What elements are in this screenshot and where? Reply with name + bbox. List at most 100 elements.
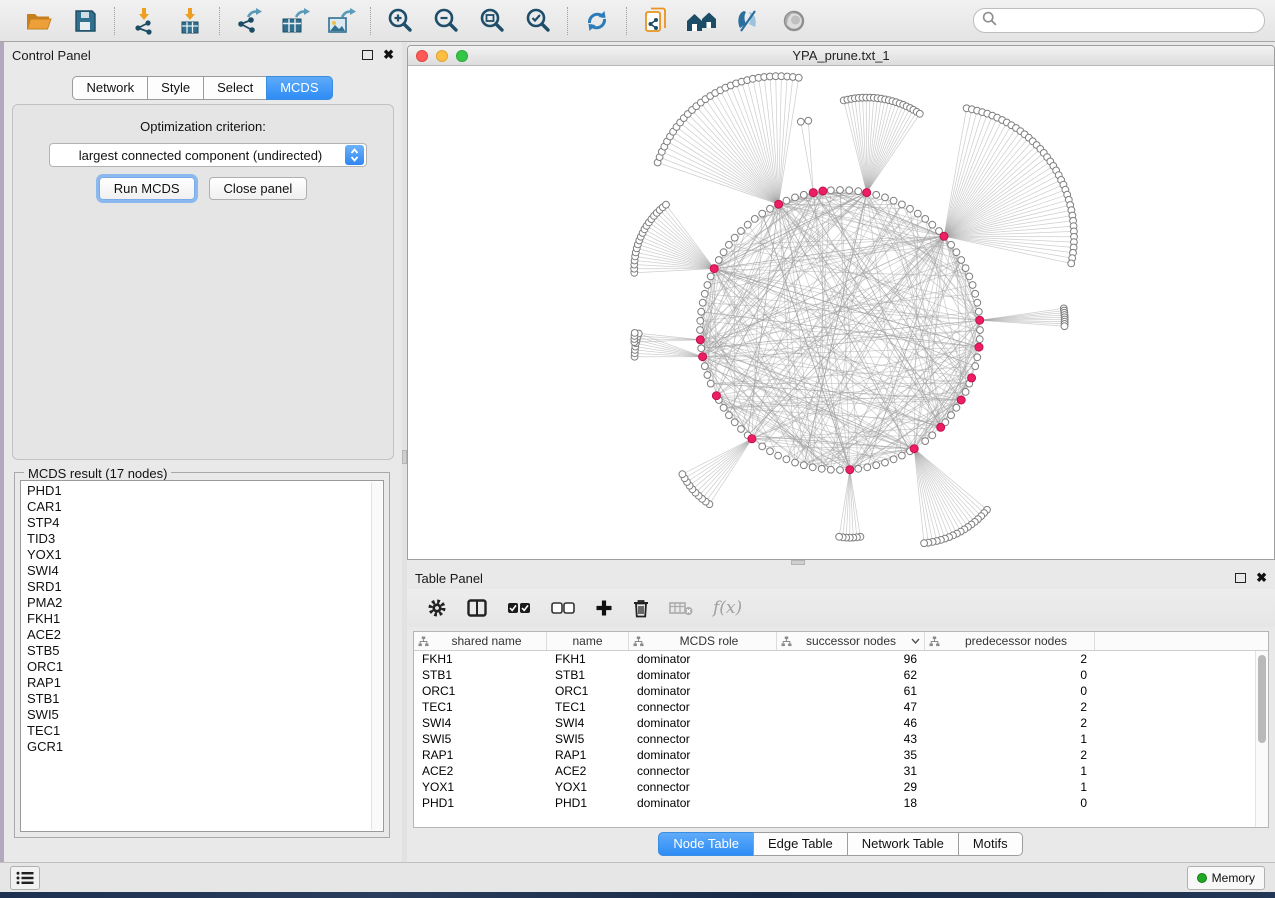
result-node[interactable]: CAR1: [27, 499, 383, 515]
run-mcds-button[interactable]: Run MCDS: [99, 177, 195, 200]
graph-node[interactable]: [679, 471, 686, 478]
delete-column-button[interactable]: [633, 595, 649, 621]
graph-mcds-node[interactable]: [699, 353, 707, 361]
graph-node[interactable]: [759, 443, 766, 450]
graph-node[interactable]: [837, 187, 844, 194]
table-row[interactable]: FKH1FKH1dominator962: [414, 651, 1255, 667]
minimize-window-icon[interactable]: [436, 50, 448, 62]
graph-node[interactable]: [864, 464, 871, 471]
zoom-fit-button[interactable]: [477, 6, 507, 36]
select-all-button[interactable]: [507, 595, 531, 621]
maximize-window-icon[interactable]: [456, 50, 468, 62]
search-field[interactable]: [973, 8, 1265, 33]
graph-node[interactable]: [958, 257, 965, 264]
graph-node[interactable]: [800, 191, 807, 198]
graph-mcds-node[interactable]: [712, 392, 720, 400]
table-row[interactable]: RAP1RAP1dominator352: [414, 747, 1255, 763]
graph-node[interactable]: [701, 290, 708, 297]
column-header-name[interactable]: name: [547, 632, 629, 650]
graph-node[interactable]: [751, 216, 758, 223]
save-session-button[interactable]: [70, 6, 100, 36]
graph-mcds-node[interactable]: [937, 423, 945, 431]
tab-mcds[interactable]: MCDS: [266, 76, 332, 100]
result-node[interactable]: ACE2: [27, 627, 383, 643]
graph-node[interactable]: [631, 330, 638, 337]
network-canvas[interactable]: [408, 66, 1274, 559]
graph-node[interactable]: [701, 363, 708, 370]
mcds-result-list[interactable]: PHD1CAR1STP4TID3YOX1SWI4SRD1PMA2FKH1ACE2…: [20, 480, 384, 832]
tab-network-table[interactable]: Network Table: [847, 832, 959, 856]
graph-node[interactable]: [726, 412, 733, 419]
network-graph[interactable]: [408, 66, 1274, 559]
column-header-successor-nodes[interactable]: successor nodes: [777, 632, 925, 650]
graph-mcds-node[interactable]: [976, 316, 984, 324]
graph-node[interactable]: [953, 249, 960, 256]
export-table-button[interactable]: [280, 6, 310, 36]
graph-node[interactable]: [699, 299, 706, 306]
table-row[interactable]: ACE2ACE2connector311: [414, 763, 1255, 779]
graph-node[interactable]: [972, 290, 979, 297]
result-node[interactable]: STB1: [27, 691, 383, 707]
result-node[interactable]: SWI5: [27, 707, 383, 723]
graph-node[interactable]: [720, 404, 727, 411]
graph-node[interactable]: [855, 188, 862, 195]
table-row[interactable]: STB1STB1dominator620: [414, 667, 1255, 683]
table-settings-button[interactable]: [427, 595, 447, 621]
tab-network[interactable]: Network: [72, 76, 148, 100]
graph-node[interactable]: [783, 456, 790, 463]
graph-node[interactable]: [962, 389, 969, 396]
tab-style[interactable]: Style: [147, 76, 204, 100]
tab-select[interactable]: Select: [203, 76, 267, 100]
graph-node[interactable]: [929, 432, 936, 439]
float-panel-icon[interactable]: [362, 50, 373, 60]
graph-node[interactable]: [929, 221, 936, 228]
show-columns-button[interactable]: [467, 595, 487, 621]
graph-node[interactable]: [948, 241, 955, 248]
graph-node[interactable]: [976, 336, 983, 343]
refresh-button[interactable]: [582, 6, 612, 36]
graph-node[interactable]: [969, 282, 976, 289]
first-neighbors-icon[interactable]: [687, 6, 717, 36]
graph-node[interactable]: [974, 299, 981, 306]
graph-node[interactable]: [882, 194, 889, 201]
result-node[interactable]: YOX1: [27, 547, 383, 563]
graph-node[interactable]: [966, 273, 973, 280]
graph-mcds-node[interactable]: [748, 435, 756, 443]
result-node[interactable]: TEC1: [27, 723, 383, 739]
graph-mcds-node[interactable]: [910, 445, 918, 453]
graph-node[interactable]: [855, 465, 862, 472]
graph-node[interactable]: [707, 380, 714, 387]
graph-node[interactable]: [922, 216, 929, 223]
result-node[interactable]: SWI4: [27, 563, 383, 579]
graph-node[interactable]: [704, 282, 711, 289]
graph-node[interactable]: [697, 327, 704, 334]
result-node[interactable]: PMA2: [27, 595, 383, 611]
tab-node-table[interactable]: Node Table: [658, 832, 754, 856]
tab-motifs[interactable]: Motifs: [958, 832, 1023, 856]
column-header-MCDS-role[interactable]: MCDS role: [629, 632, 777, 650]
graph-node[interactable]: [837, 467, 844, 474]
graph-node[interactable]: [792, 459, 799, 466]
graph-node[interactable]: [873, 462, 880, 469]
table-row[interactable]: PHD1PHD1dominator180: [414, 795, 1255, 811]
graph-mcds-node[interactable]: [775, 200, 783, 208]
graph-node[interactable]: [899, 452, 906, 459]
graph-node[interactable]: [922, 438, 929, 445]
table-scrollbar[interactable]: [1255, 651, 1268, 827]
graphics-details-button[interactable]: [733, 6, 763, 36]
table-row[interactable]: SWI5SWI5connector431: [414, 731, 1255, 747]
import-table-button[interactable]: [175, 6, 205, 36]
graph-node[interactable]: [775, 452, 782, 459]
graph-node[interactable]: [738, 426, 745, 433]
graph-node[interactable]: [663, 201, 670, 208]
graph-mcds-node[interactable]: [710, 265, 718, 273]
share-document-button[interactable]: [641, 6, 671, 36]
add-column-button[interactable]: [595, 595, 613, 621]
graph-node[interactable]: [715, 257, 722, 264]
graph-node[interactable]: [827, 466, 834, 473]
graph-mcds-node[interactable]: [819, 187, 827, 195]
graph-node[interactable]: [738, 228, 745, 235]
graph-node[interactable]: [726, 241, 733, 248]
result-node[interactable]: STB5: [27, 643, 383, 659]
import-network-button[interactable]: [129, 6, 159, 36]
